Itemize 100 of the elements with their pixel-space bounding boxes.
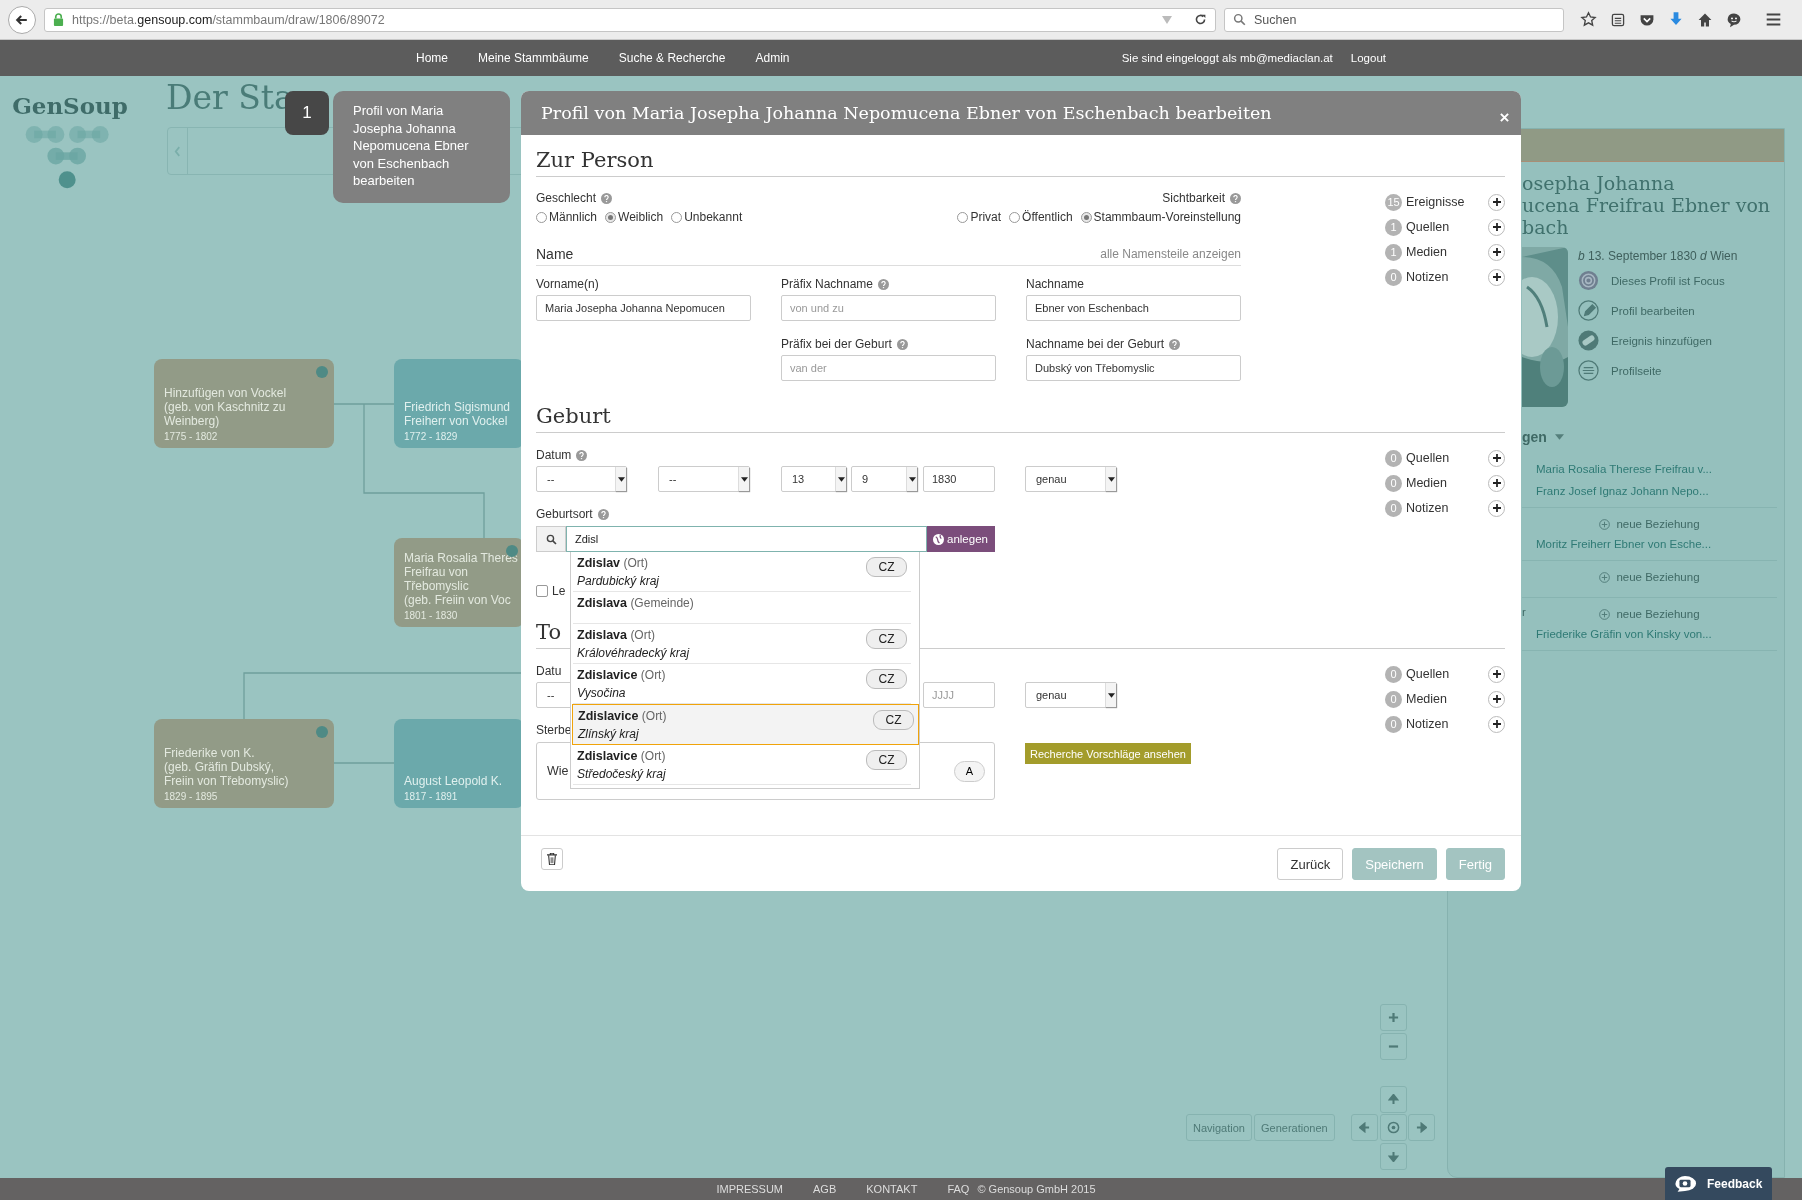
nav-link[interactable]: Home — [416, 51, 448, 65]
field-label: Geschlecht — [536, 191, 597, 205]
radio-option[interactable]: Weiblich — [605, 210, 664, 224]
count-label[interactable]: Ereignisse — [1406, 195, 1488, 209]
dropdown-icon[interactable] — [1162, 15, 1172, 24]
caret-icon — [1107, 692, 1115, 698]
target-icon[interactable] — [1578, 270, 1599, 291]
feedback-button[interactable]: Feedback — [1665, 1167, 1772, 1200]
logout-link[interactable]: Logout — [1350, 52, 1386, 64]
radio-option[interactable]: Männlich — [536, 210, 598, 224]
footer-link[interactable]: KONTAKT — [866, 1183, 918, 1195]
count-label[interactable]: Quellen — [1406, 451, 1488, 465]
bandage-icon[interactable] — [1578, 330, 1599, 351]
add-button[interactable] — [1488, 499, 1505, 517]
footer-link[interactable]: AGB — [813, 1183, 837, 1195]
count-label[interactable]: Notizen — [1406, 501, 1488, 515]
date-select[interactable]: genau — [1025, 682, 1117, 708]
count-badge: 0 — [1385, 474, 1402, 492]
footer-link[interactable]: IMPRESSUM — [716, 1183, 784, 1195]
count-label[interactable]: Quellen — [1406, 667, 1488, 681]
count-label[interactable]: Medien — [1406, 692, 1488, 706]
add-button[interactable] — [1488, 193, 1505, 211]
add-button[interactable] — [1488, 268, 1505, 286]
text-field[interactable]: von und zu — [781, 295, 996, 321]
footer-link[interactable]: FAQ — [947, 1183, 970, 1195]
show-all-link[interactable]: alle Namensteile anzeigen — [1100, 247, 1241, 261]
add-button[interactable] — [1488, 243, 1505, 261]
count-label[interactable]: Quellen — [1406, 220, 1488, 234]
reload-icon[interactable] — [1194, 13, 1207, 26]
text-field[interactable]: Ebner von Eschenbach — [1026, 295, 1241, 321]
search-field[interactable]: Suchen — [1224, 7, 1564, 32]
plus-circle-icon — [1599, 571, 1611, 583]
caret-icon — [617, 476, 625, 482]
address-bar[interactable]: https://beta.gensoup.com/stammbaum/draw/1806/89072 — [44, 7, 1216, 32]
zoom-out-button[interactable] — [1380, 1033, 1407, 1060]
create-place-button[interactable]: anlegen — [927, 526, 995, 552]
radio-option[interactable]: Öffentlich — [1009, 210, 1073, 224]
year-field[interactable]: JJJJ — [923, 682, 995, 708]
help-icon[interactable] — [1169, 338, 1181, 350]
pan-right-button[interactable] — [1408, 1114, 1435, 1141]
add-button[interactable] — [1488, 218, 1505, 236]
pencil-icon[interactable] — [1578, 300, 1599, 321]
text-field[interactable]: Maria Josepha Johanna Nepomucen — [536, 295, 751, 321]
home-icon[interactable] — [1697, 11, 1713, 28]
list-icon[interactable] — [1610, 11, 1626, 28]
add-button[interactable] — [1488, 715, 1505, 733]
help-icon[interactable] — [896, 338, 908, 350]
radio-option[interactable]: Privat — [957, 210, 1002, 224]
add-button[interactable] — [1488, 449, 1505, 467]
search-icon — [536, 526, 566, 552]
suggestion-item[interactable]: Zdislavice (Ort) Zlínský kraj CZ — [572, 704, 919, 745]
add-button[interactable] — [1488, 665, 1505, 683]
pan-left-button[interactable] — [1351, 1114, 1378, 1141]
status-dot — [316, 366, 328, 378]
checkbox-option[interactable]: Le — [536, 583, 566, 599]
help-icon[interactable] — [597, 508, 609, 520]
suggestion-item[interactable]: Zdislavice (Ort) Středočeský kraj CZ — [573, 745, 911, 785]
pan-down-button[interactable] — [1380, 1143, 1407, 1170]
date-select[interactable]: 13 — [781, 466, 847, 492]
date-select[interactable]: -- — [536, 466, 627, 492]
count-label[interactable]: Notizen — [1406, 717, 1488, 731]
pan-up-button[interactable] — [1380, 1086, 1407, 1113]
help-icon[interactable] — [576, 449, 588, 461]
help-icon[interactable] — [1230, 192, 1241, 204]
delete-button[interactable] — [541, 848, 563, 870]
arrow-left-icon — [1359, 1122, 1370, 1133]
download-icon[interactable] — [1668, 11, 1684, 28]
suggestion-item[interactable]: Zdislava (Gemeinde) — [573, 592, 911, 624]
back-button[interactable] — [8, 5, 36, 34]
place-button[interactable]: A — [954, 760, 985, 782]
help-icon[interactable] — [601, 192, 613, 204]
add-button[interactable] — [1488, 474, 1505, 492]
lock-icon — [53, 13, 64, 26]
count-label[interactable]: Notizen — [1406, 270, 1488, 284]
suggestion-item[interactable]: Zdislava (Ort) Královéhradecký kraj CZ — [573, 624, 911, 664]
radio-option[interactable]: Stammbaum-Voreinstellung — [1080, 210, 1241, 224]
date-select[interactable]: genau — [1025, 466, 1117, 492]
nav-link[interactable]: Suche & Recherche — [618, 51, 726, 65]
dialog-button[interactable]: Zurück — [1277, 848, 1344, 880]
nav-link[interactable]: Admin — [755, 51, 790, 65]
help-icon[interactable] — [878, 278, 890, 290]
date-select[interactable]: 9 — [851, 466, 918, 492]
add-button[interactable] — [1488, 690, 1505, 708]
zoom-in-button[interactable] — [1380, 1004, 1407, 1031]
suggestion-item[interactable]: Zdislav (Ort) Pardubický kraj CZ — [573, 552, 911, 592]
caret-icon[interactable] — [1554, 434, 1564, 440]
date-select[interactable]: -- — [658, 466, 750, 492]
tour-tooltip: Profil von Maria Josepha Johanna Nepomucena Ebner von Eschenbach bearbeiten — [333, 91, 510, 203]
place-search-field[interactable]: Zdisl — [566, 526, 927, 552]
text-field[interactable]: van der — [781, 355, 996, 381]
star-icon[interactable] — [1580, 11, 1597, 28]
menu-icon[interactable] — [1765, 11, 1782, 28]
text-field[interactable]: Dubský von Třebomyslic — [1026, 355, 1241, 381]
year-field[interactable]: 1830 — [923, 466, 995, 492]
smiley-icon[interactable] — [1726, 11, 1742, 28]
count-label[interactable]: Medien — [1406, 476, 1488, 490]
radio-option[interactable]: Unbekannt — [671, 210, 743, 224]
nav-link[interactable]: Meine Stammbäume — [478, 51, 589, 65]
center-button[interactable] — [1380, 1114, 1407, 1141]
count-label[interactable]: Medien — [1406, 245, 1488, 259]
